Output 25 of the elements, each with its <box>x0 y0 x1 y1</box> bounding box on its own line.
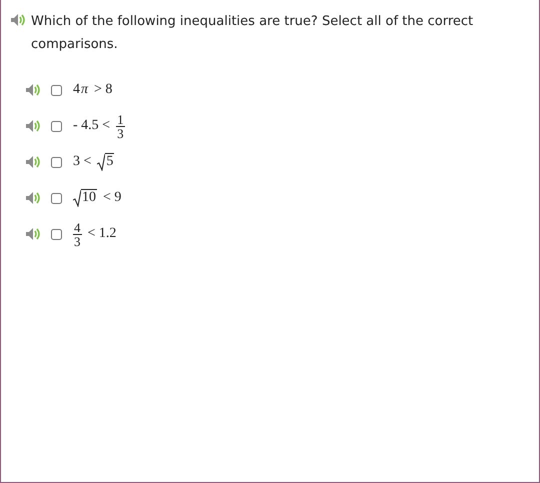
speaker-icon[interactable] <box>25 191 41 205</box>
answer-checkbox[interactable] <box>51 228 62 240</box>
speaker-icon[interactable] <box>25 227 41 241</box>
speaker-icon[interactable] <box>25 83 41 97</box>
answer-checkbox[interactable] <box>51 84 62 96</box>
math-variable: π <box>81 82 88 98</box>
speaker-icon[interactable] <box>25 119 41 133</box>
math-text: < 1.2 <box>88 226 116 242</box>
answer-checkbox[interactable] <box>51 192 62 204</box>
square-root: 10 <box>73 189 97 207</box>
math-text: 4 <box>73 82 80 98</box>
question-text: Which of the following inequalities are true? Select all of the correct comparisons. <box>31 13 474 54</box>
math-text: > 8 <box>94 82 112 98</box>
radical-sign-icon <box>97 153 106 171</box>
math-text: < 9 <box>103 190 122 206</box>
math-text: - 4.5 < <box>73 118 110 134</box>
radical-sign-icon <box>73 189 81 207</box>
speaker-icon[interactable] <box>25 155 41 169</box>
speaker-icon[interactable] <box>10 13 26 27</box>
fraction: 1 3 <box>116 112 125 140</box>
fraction: 4 3 <box>73 220 82 248</box>
answer-checkbox[interactable] <box>51 156 62 168</box>
math-text: 3 < <box>73 154 92 170</box>
square-root: 5 <box>97 153 114 171</box>
answer-checkbox[interactable] <box>51 120 62 132</box>
